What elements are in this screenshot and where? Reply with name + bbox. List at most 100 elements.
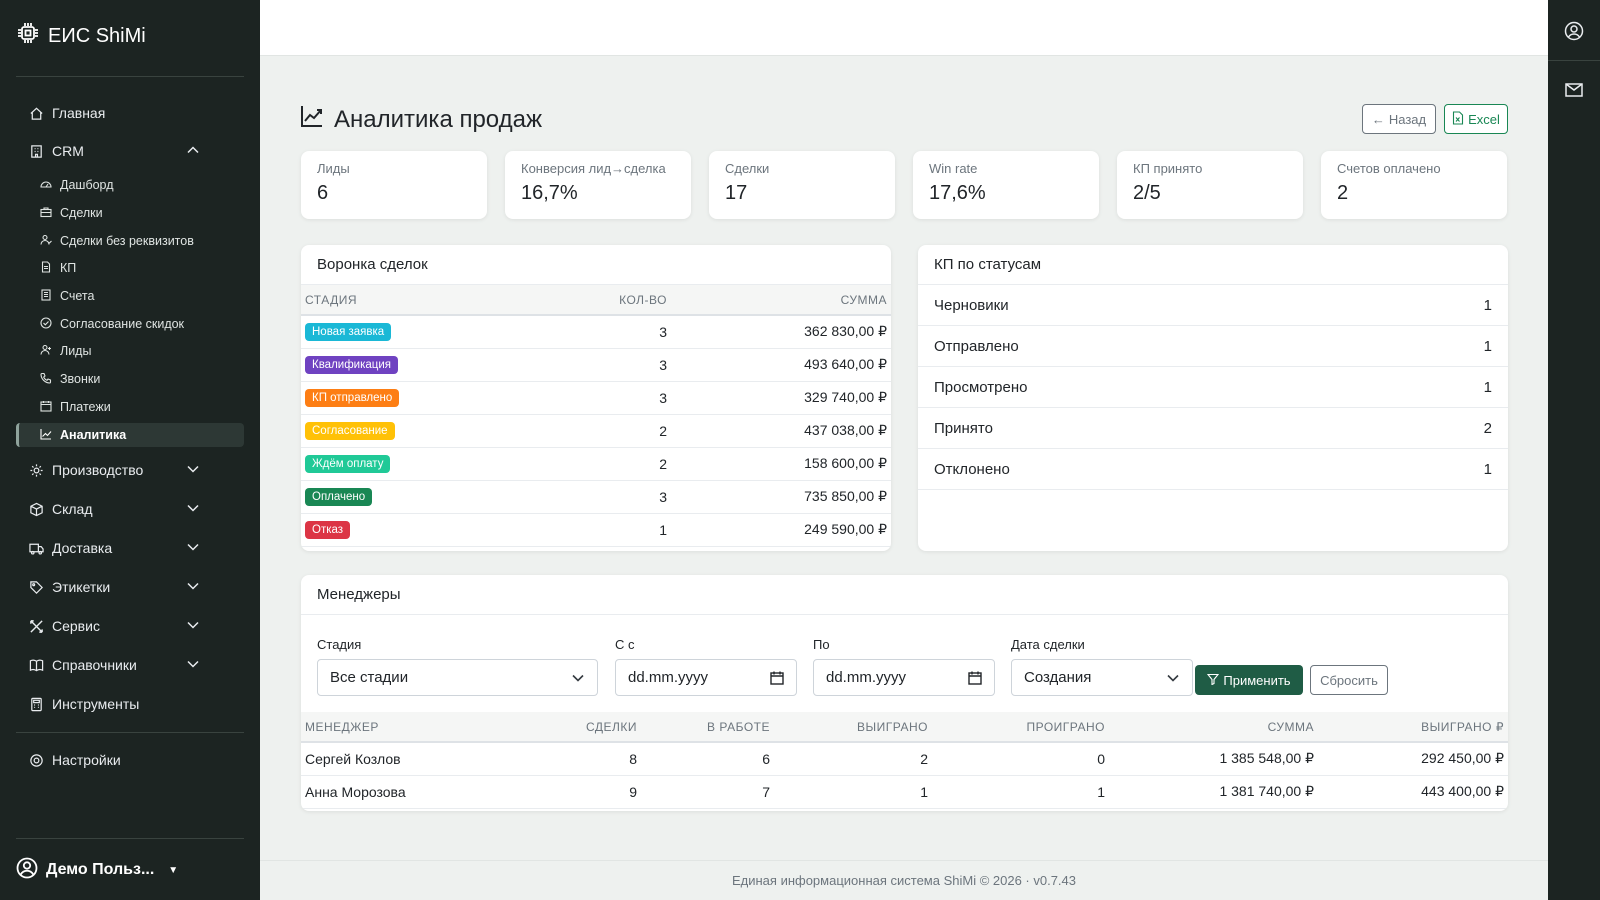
- user-menu[interactable]: Демо Польз... ▼: [16, 856, 178, 884]
- sum-cell: 362 830,00 ₽: [671, 315, 891, 349]
- sidebar-item-home[interactable]: Главная: [16, 100, 244, 126]
- chevron-down-icon: [187, 543, 199, 551]
- sidebar-item-label: Сервис: [52, 618, 100, 634]
- kp-status-title: КП по статусам: [918, 245, 1508, 285]
- chevron-down-icon: [1167, 674, 1179, 682]
- stage-badge: Новая заявка: [305, 323, 392, 342]
- table-row: Новая заявка 3 362 830,00 ₽: [301, 315, 891, 349]
- sidebar-item-references[interactable]: Справочники: [16, 652, 244, 678]
- kp-status-card: КП по статусам Черновики 1 Отправлено 1 Прос…: [918, 245, 1508, 551]
- chevron-up-icon: [187, 146, 199, 154]
- sidebar-item-labels[interactable]: Этикетки: [16, 574, 244, 600]
- sidebar-item-label: Инструменты: [52, 696, 140, 712]
- kpi-value: 17,6%: [929, 182, 986, 204]
- in-work-cell: 6: [641, 742, 774, 776]
- sidebar-item-label: КП: [60, 261, 77, 275]
- deal-date-select[interactable]: Создания: [1011, 659, 1193, 696]
- chevron-down-icon: [187, 465, 199, 473]
- column-header: ПРОИГРАНО: [932, 712, 1109, 743]
- sidebar-item-settings[interactable]: Настройки: [16, 747, 244, 773]
- back-button-label: Назад: [1388, 111, 1427, 127]
- status-count: 1: [1483, 337, 1492, 355]
- deals-cell: 8: [501, 742, 641, 776]
- arrow-left-icon: ←: [1371, 111, 1385, 127]
- gear-icon: [28, 462, 44, 478]
- sidebar-item-payments[interactable]: Платежи: [16, 395, 244, 419]
- sidebar-item-tools[interactable]: Инструменты: [16, 691, 244, 717]
- kpi-label: Сделки: [725, 161, 770, 176]
- sum-cell: 1 385 548,00 ₽: [1109, 742, 1318, 776]
- apply-button[interactable]: Применить: [1195, 665, 1303, 695]
- list-item: Принято 2: [918, 408, 1508, 449]
- count-cell: 2: [551, 414, 671, 448]
- calendar-icon[interactable]: [770, 671, 784, 685]
- table-row: Ждём оплату 2 158 600,00 ₽: [301, 447, 891, 481]
- sidebar-item-analytics[interactable]: Аналитика: [16, 423, 244, 447]
- sidebar-item-crm[interactable]: CRM: [16, 138, 244, 164]
- sidebar: ЕИС ShiMi Главная CRM Дашборд Сделки Сде…: [0, 0, 260, 900]
- funnel-title: Воронка сделок: [301, 245, 891, 285]
- reset-button[interactable]: Сбросить: [1310, 665, 1388, 695]
- building-icon: [28, 143, 44, 159]
- sidebar-item-kp[interactable]: КП: [16, 256, 244, 280]
- stage-badge: Отказ: [305, 521, 351, 539]
- excel-button-label: Excel: [1468, 111, 1500, 127]
- column-header: СУММА: [1109, 712, 1318, 743]
- brand[interactable]: ЕИС ShiMi: [16, 20, 146, 52]
- sidebar-item-deals[interactable]: Сделки: [16, 201, 244, 225]
- sidebar-item-dashboard[interactable]: Дашборд: [16, 173, 244, 197]
- sidebar-item-delivery[interactable]: Доставка: [16, 535, 244, 561]
- sidebar-item-service[interactable]: Сервис: [16, 613, 244, 639]
- sidebar-item-invoices[interactable]: Счета: [16, 284, 244, 308]
- date-to-input[interactable]: dd.mm.yyyy: [813, 659, 995, 696]
- check-circle-icon: [40, 316, 52, 332]
- stage-cell: Согласование: [301, 414, 551, 448]
- calendar-icon[interactable]: [968, 671, 982, 685]
- managers-card: Менеджеры Стадия Все стадии С с dd.mm.yy…: [301, 575, 1508, 811]
- column-header: ВЫИГРАНО: [774, 712, 932, 743]
- sum-cell: 158 600,00 ₽: [671, 447, 891, 481]
- column-header: СДЕЛКИ: [501, 712, 641, 743]
- stage-badge: Согласование: [305, 422, 395, 440]
- list-item: Отправлено 1: [918, 326, 1508, 367]
- reset-button-label: Сбросить: [1320, 672, 1378, 688]
- stage-filter-label: Стадия: [317, 637, 362, 652]
- profile-icon[interactable]: [1564, 21, 1584, 41]
- sidebar-item-warehouse[interactable]: Склад: [16, 496, 244, 522]
- date-from-input[interactable]: dd.mm.yyyy: [615, 659, 797, 696]
- lost-cell: 1: [932, 775, 1109, 809]
- sidebar-item-label: Главная: [52, 105, 106, 121]
- sidebar-item-label: Лиды: [60, 344, 92, 358]
- stage-select[interactable]: Все стадии: [317, 659, 598, 696]
- receipt-icon: [40, 288, 52, 304]
- back-button[interactable]: ← Назад: [1362, 104, 1436, 134]
- list-item: Отклонено 1: [918, 449, 1508, 490]
- sidebar-item-label: Звонки: [60, 372, 101, 386]
- calculator-icon: [28, 696, 44, 712]
- graph-icon: [40, 428, 52, 443]
- table-row: Согласование 2 437 038,00 ₽: [301, 414, 891, 448]
- file-excel-icon: [1452, 110, 1464, 128]
- sidebar-item-discounts[interactable]: Согласование скидок: [16, 312, 244, 336]
- mail-icon[interactable]: [1564, 80, 1584, 100]
- kpi-label: КП принято: [1133, 161, 1203, 176]
- column-header: МЕНЕДЖЕР: [301, 712, 501, 743]
- kpi-card-kp-accepted: КП принято 2/5: [1117, 151, 1303, 219]
- status-count: 1: [1483, 378, 1492, 396]
- sidebar-item-deals-no-details[interactable]: Сделки без реквизитов: [16, 229, 244, 253]
- sidebar-item-leads[interactable]: Лиды: [16, 339, 244, 363]
- column-header: ВЫИГРАНО ₽: [1318, 712, 1508, 743]
- managers-title: Менеджеры: [301, 575, 1508, 615]
- kpi-label: Лиды: [317, 161, 350, 176]
- count-cell: 2: [551, 447, 671, 481]
- sidebar-item-label: Дашборд: [60, 178, 114, 192]
- table-row: Анна Морозова 9 7 1 1 1 381 740,00 ₽443 400,0…: [301, 775, 1508, 809]
- sidebar-item-production[interactable]: Производство: [16, 457, 244, 483]
- excel-button[interactable]: Excel: [1444, 104, 1508, 134]
- status-count: 1: [1483, 296, 1492, 314]
- kpi-card-deals: Сделки 17: [709, 151, 895, 219]
- person-check-icon: [40, 234, 52, 249]
- table-row: КП отправлено 3 329 740,00 ₽: [301, 381, 891, 415]
- page-title-text: Аналитика продаж: [334, 105, 543, 133]
- sidebar-item-calls[interactable]: Звонки: [16, 367, 244, 391]
